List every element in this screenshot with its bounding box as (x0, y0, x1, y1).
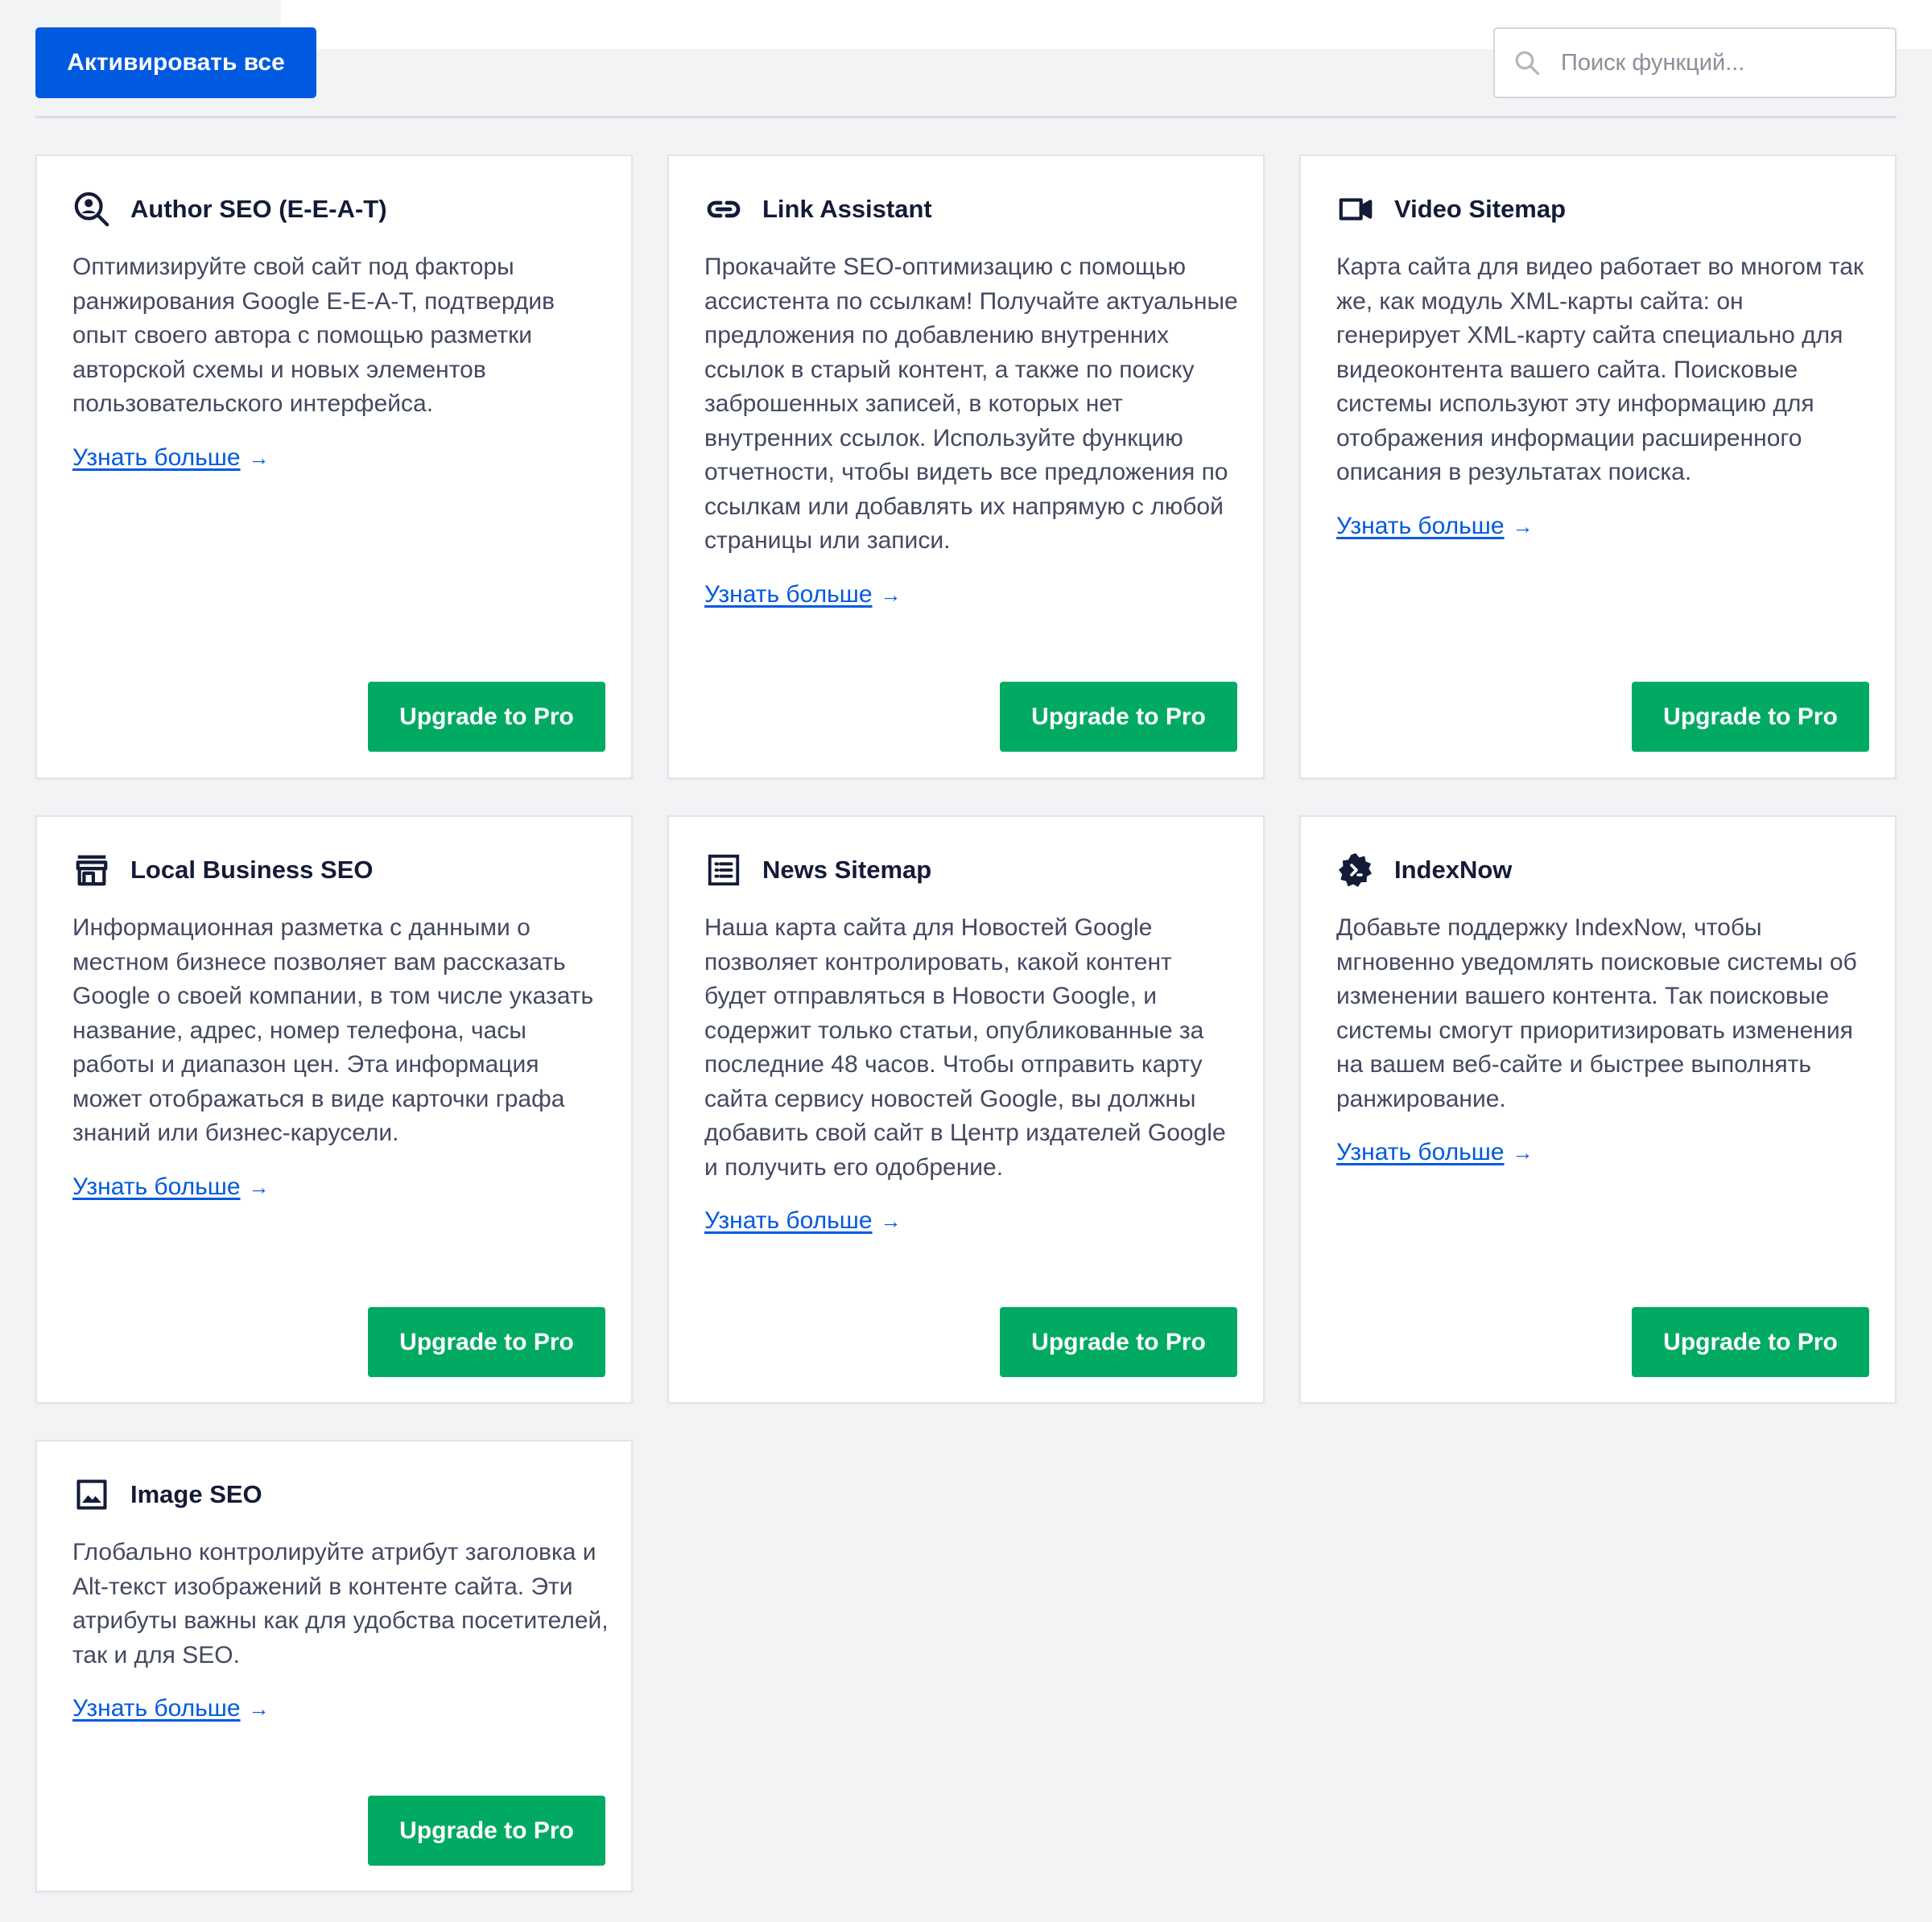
learn-more-link[interactable]: Узнать больше (72, 1695, 241, 1722)
learn-more-link[interactable]: Узнать больше (704, 1207, 873, 1234)
card-title: News Sitemap (762, 856, 932, 884)
storefront-icon (72, 851, 111, 889)
search-input[interactable] (1559, 48, 1885, 77)
feature-card-indexnow: IndexNow Добавьте поддержку IndexNow, чт… (1299, 815, 1897, 1404)
card-description: Оптимизируйте свой сайт под факторы ранж… (72, 254, 555, 417)
author-search-icon (72, 190, 111, 229)
card-description: Наша карта сайта для Новостей Google поз… (704, 914, 1226, 1181)
feature-card-news-sitemap: News Sitemap Наша карта сайта для Новост… (667, 815, 1265, 1404)
feature-card-video-sitemap: Video Sitemap Карта сайта для видео рабо… (1299, 155, 1897, 779)
search-icon (1511, 47, 1543, 79)
learn-more: Узнать больше → (72, 1171, 609, 1203)
activate-all-button[interactable]: Активировать все (35, 27, 316, 98)
feature-card-image-seo: Image SEO Глобально контролируйте атрибу… (35, 1440, 633, 1892)
learn-more-link[interactable]: Узнать больше (1336, 513, 1505, 539)
news-list-icon (704, 851, 743, 889)
arrow-right-icon: → (248, 1697, 270, 1721)
card-title: Image SEO (130, 1480, 262, 1508)
upgrade-to-pro-button[interactable]: Upgrade to Pro (368, 682, 605, 752)
card-title: IndexNow (1394, 856, 1513, 884)
learn-more: Узнать больше → (72, 1693, 609, 1725)
indexnow-gear-icon (1336, 851, 1375, 889)
learn-more-link[interactable]: Узнать больше (704, 581, 873, 608)
arrow-right-icon: → (880, 582, 902, 607)
card-title: Local Business SEO (130, 856, 374, 884)
arrow-right-icon: → (248, 1174, 270, 1199)
upgrade-to-pro-button[interactable]: Upgrade to Pro (1632, 1307, 1869, 1377)
toolbar-divider (35, 116, 1897, 118)
card-description: Карта сайта для видео работает во многом… (1336, 254, 1864, 485)
card-description: Добавьте поддержку IndexNow, чтобы мгнов… (1336, 914, 1857, 1112)
feature-card-author-seo: Author SEO (E-E-A-T) Оптимизируйте свой … (35, 155, 633, 779)
upgrade-to-pro-button[interactable]: Upgrade to Pro (368, 1307, 605, 1377)
learn-more: Узнать больше → (704, 1205, 1241, 1237)
learn-more: Узнать больше → (1336, 1136, 1872, 1169)
feature-card-local-business-seo: Local Business SEO Информационная размет… (35, 815, 633, 1404)
video-camera-icon (1336, 190, 1375, 229)
learn-more: Узнать больше → (72, 442, 609, 474)
upgrade-to-pro-button[interactable]: Upgrade to Pro (1632, 682, 1869, 752)
learn-more-link[interactable]: Узнать больше (1336, 1139, 1505, 1165)
learn-more: Узнать больше → (1336, 510, 1872, 542)
card-description: Информационная разметка с данными о мест… (72, 914, 594, 1146)
arrow-right-icon: → (880, 1209, 902, 1233)
feature-card-link-assistant: Link Assistant Прокачайте SEO-оптимизаци… (667, 155, 1265, 779)
learn-more-link[interactable]: Узнать больше (72, 444, 241, 471)
card-description: Глобально контролируйте атрибут заголовк… (72, 1539, 609, 1668)
upgrade-to-pro-button[interactable]: Upgrade to Pro (1000, 1307, 1237, 1377)
upgrade-to-pro-button[interactable]: Upgrade to Pro (368, 1796, 605, 1866)
card-title: Video Sitemap (1394, 195, 1567, 223)
card-description: Прокачайте SEO-оптимизацию с помощью асс… (704, 254, 1238, 554)
link-icon (704, 190, 743, 229)
learn-more: Узнать больше → (704, 579, 1241, 611)
arrow-right-icon: → (248, 445, 270, 470)
card-title: Author SEO (E-E-A-T) (130, 195, 387, 223)
card-title: Link Assistant (762, 195, 932, 223)
arrow-right-icon: → (1512, 1140, 1534, 1165)
search-box[interactable] (1493, 27, 1897, 98)
learn-more-link[interactable]: Узнать больше (72, 1173, 241, 1200)
upgrade-to-pro-button[interactable]: Upgrade to Pro (1000, 682, 1237, 752)
arrow-right-icon: → (1512, 513, 1534, 538)
image-icon (72, 1475, 111, 1514)
